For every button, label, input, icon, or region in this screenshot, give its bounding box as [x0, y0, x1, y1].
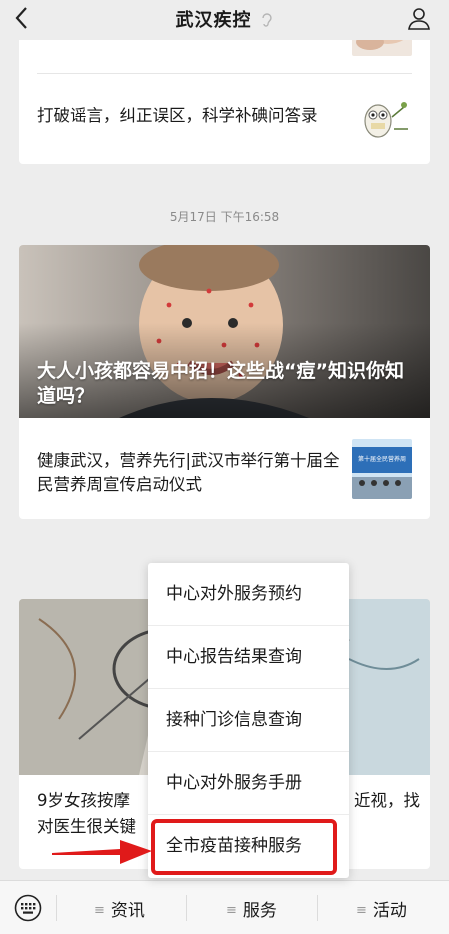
article-card[interactable]: 大人小孩都容易中招！这些战“痘”知识你知道吗？ 健康武汉，营养先行|武汉市举行第…	[19, 245, 430, 519]
svg-text:第十届全民营养周: 第十届全民营养周	[358, 455, 406, 463]
salt-mascot-thumbnail	[352, 87, 412, 147]
menu-item-service-manual[interactable]: 中心对外服务手册	[148, 752, 349, 815]
highlight-box	[151, 819, 337, 875]
divider	[56, 895, 57, 921]
article-title-fragment: 近视，找	[354, 791, 420, 810]
menu-lines-icon: ≡	[356, 903, 367, 918]
tab-services[interactable]: ≡ 服务	[226, 896, 277, 921]
keyboard-icon[interactable]	[14, 894, 42, 922]
article-title: 打破谣言，纠正误区，科学补碘问答录	[37, 106, 318, 125]
article-cover-image[interactable]: 大人小孩都容易中招！这些战“痘”知识你知道吗？	[19, 245, 430, 418]
article-title-fragment: 9岁女孩按摩	[37, 791, 130, 810]
profile-icon[interactable]	[407, 6, 431, 30]
cover-article-title: 大人小孩都容易中招！这些战“痘”知识你知道吗？	[37, 360, 404, 407]
divider	[37, 73, 412, 74]
nav-bar: 武汉疾控	[0, 0, 449, 40]
message-timestamp: 5月17日 下午16:58	[169, 210, 280, 224]
menu-item-report-query[interactable]: 中心报告结果查询	[148, 626, 349, 689]
bottom-menu-bar: ≡ 资讯 ≡ 服务 ≡ 活动	[0, 880, 449, 934]
tab-activities[interactable]: ≡ 活动	[356, 896, 407, 921]
divider	[186, 895, 187, 921]
event-photo-thumbnail: 第十届全民营养周	[352, 439, 412, 499]
ear-icon	[260, 12, 274, 27]
menu-lines-icon: ≡	[94, 903, 105, 918]
tab-news[interactable]: ≡ 资讯	[94, 896, 145, 921]
article-title: 健康武汉，营养先行|武汉市举行第十届全民营养周宣传启动仪式	[37, 451, 340, 494]
menu-item-clinic-info[interactable]: 接种门诊信息查询	[148, 689, 349, 752]
page-title: 武汉疾控	[175, 10, 252, 31]
menu-lines-icon: ≡	[226, 903, 237, 918]
divider	[317, 895, 318, 921]
pointer-arrow-icon	[50, 834, 155, 874]
menu-item-service-appointment[interactable]: 中心对外服务预约	[148, 563, 349, 626]
